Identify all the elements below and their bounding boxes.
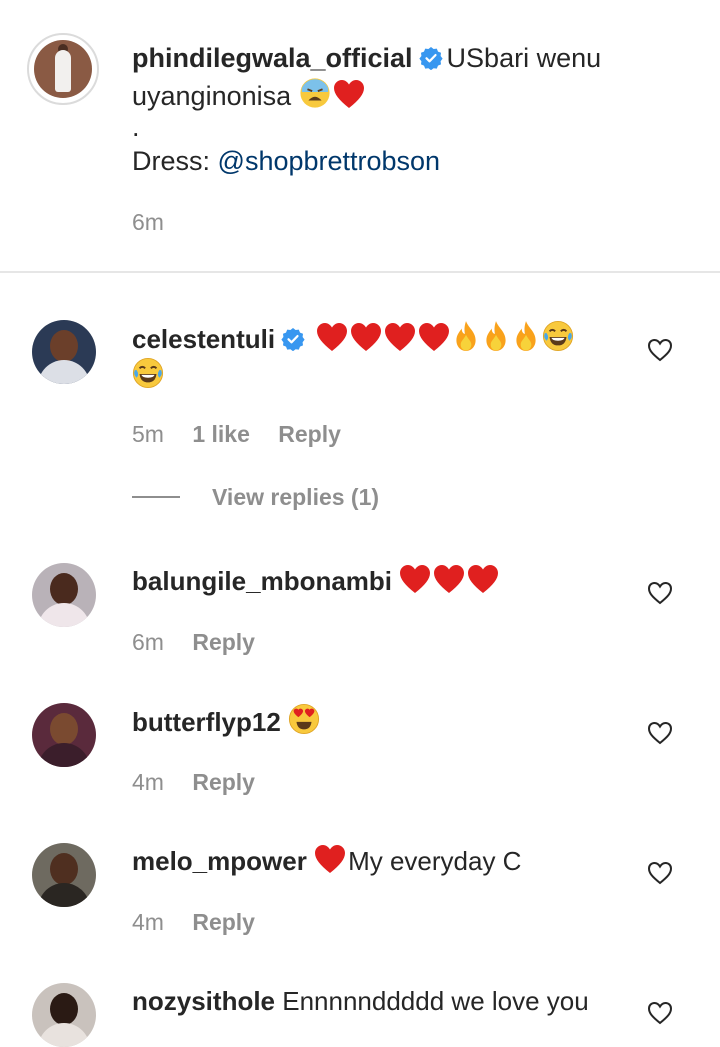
comment-timestamp: 5m <box>132 421 164 447</box>
like-heart-icon[interactable] <box>647 720 673 746</box>
comment-text: nozysithole Ennnnnddddd we love you <box>132 983 632 1019</box>
red-heart-icon <box>314 844 346 874</box>
red-heart-icon <box>467 564 499 594</box>
view-replies-button[interactable]: View replies (1) <box>132 484 379 511</box>
red-heart-icon <box>433 564 465 594</box>
like-heart-icon[interactable] <box>647 580 673 606</box>
avatar[interactable] <box>32 563 96 627</box>
heart-eyes-icon <box>288 703 320 735</box>
view-replies-line <box>132 496 180 498</box>
reply-button[interactable]: Reply <box>192 629 255 655</box>
comment-username[interactable]: balungile_mbonambi <box>132 566 392 596</box>
avatar[interactable] <box>32 703 96 767</box>
red-heart-icon <box>350 322 382 352</box>
comment-text: celestentuli <box>132 320 632 394</box>
avatar[interactable] <box>32 843 96 907</box>
tears-of-joy-icon <box>542 320 574 352</box>
post-caption: phindilegwala_official USbari wenu uyangi… <box>0 0 720 272</box>
divider <box>0 271 720 273</box>
verified-badge-icon <box>419 46 443 70</box>
comment-meta: 4m Reply <box>132 909 277 936</box>
like-heart-icon[interactable] <box>647 860 673 886</box>
caption-timestamp: 6m <box>132 209 164 235</box>
comment-text: butterflyp12 <box>132 703 632 740</box>
avatar[interactable] <box>32 983 96 1047</box>
reply-button[interactable]: Reply <box>192 769 255 795</box>
comment-timestamp: 6m <box>132 629 164 655</box>
red-heart-icon <box>384 322 416 352</box>
red-heart-icon <box>316 322 348 352</box>
comment-text: melo_mpower My everyday C <box>132 843 632 879</box>
comment-body: My everyday C <box>348 846 522 876</box>
caption-username[interactable]: phindilegwala_official <box>132 43 413 73</box>
fire-icon <box>482 320 510 352</box>
comment-username[interactable]: nozysithole <box>132 986 275 1016</box>
caption-line2: uyanginonisa <box>132 81 292 111</box>
caption-dot: . <box>132 112 140 142</box>
comment-body: Ennnnnddddd we love you <box>282 986 589 1016</box>
like-heart-icon[interactable] <box>647 1000 673 1026</box>
fire-icon <box>512 320 540 352</box>
comment-meta: 6m Reply <box>132 629 277 656</box>
avatar-image <box>34 40 92 98</box>
comment-username[interactable]: celestentuli <box>132 324 275 354</box>
avatar[interactable] <box>27 33 99 105</box>
avatar[interactable] <box>32 320 96 384</box>
caption-text: phindilegwala_official USbari wenu uyangi… <box>132 40 692 115</box>
reply-button[interactable]: Reply <box>278 421 341 447</box>
caption-line1: USbari wenu <box>446 43 602 73</box>
verified-badge-icon <box>281 327 305 351</box>
like-count[interactable]: 1 like <box>192 421 250 447</box>
comment-timestamp: 4m <box>132 769 164 795</box>
red-heart-icon <box>418 322 450 352</box>
comment-timestamp: 4m <box>132 909 164 935</box>
tears-of-joy-icon <box>132 357 164 389</box>
comment-text: balungile_mbonambi <box>132 563 632 599</box>
dress-label: Dress: <box>132 146 211 176</box>
red-heart-icon <box>399 564 431 594</box>
comment-meta: 5m 1 like Reply <box>132 421 363 448</box>
reply-button[interactable]: Reply <box>192 909 255 935</box>
comment-username[interactable]: butterflyp12 <box>132 707 281 737</box>
dress-mention-link[interactable]: @shopbrettrobson <box>218 146 441 176</box>
comment-meta: 4m Reply <box>132 769 277 796</box>
like-heart-icon[interactable] <box>647 337 673 363</box>
caption-dress-line: Dress: @shopbrettrobson <box>132 146 440 177</box>
red-heart-icon <box>333 79 365 109</box>
comment-username[interactable]: melo_mpower <box>132 846 307 876</box>
fire-icon <box>452 320 480 352</box>
weary-face-icon <box>299 77 331 109</box>
view-replies-label: View replies (1) <box>212 484 380 510</box>
